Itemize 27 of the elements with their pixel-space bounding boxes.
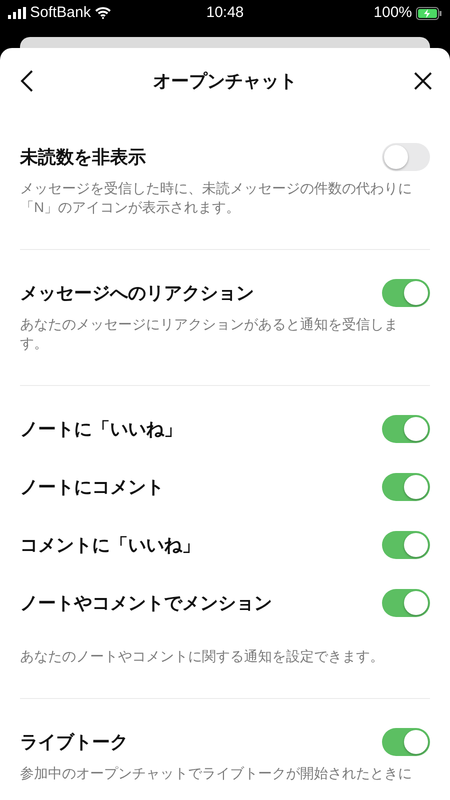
setting-label: メッセージへのリアクション [20,282,254,304]
sheet-title: オープンチャット [152,70,298,92]
setting-label: ノートにコメント [20,476,164,498]
toggle-switch[interactable] [382,143,430,171]
setting-description: メッセージを受信した時に、未読メッセージの件数の代わりに「N」のアイコンが表示されます。 [20,179,413,217]
battery-percent: 100% [374,2,412,23]
toggle-switch[interactable] [382,473,430,501]
toggle-switch[interactable] [382,531,430,559]
setting-description: あなたのメッセージにリアクションがあると通知を受信します。 [20,315,399,353]
toggle-switch[interactable] [382,415,430,443]
carrier-name: SoftBank [30,2,91,23]
setting-label: ノートやコメントでメンション [20,592,272,614]
clock-time: 10:48 [205,2,245,23]
toggle-switch[interactable] [382,589,430,617]
wifi-icon [94,7,111,19]
toggle-switch[interactable] [382,279,430,307]
setting-label: 未読数を非表示 [20,146,146,168]
battery-icon [416,6,442,20]
setting-label: ノートに「いいね」 [20,418,182,440]
setting-description: 参加中のオープンチャットでライブトークが開始されたときに [20,764,413,783]
back-icon [20,69,34,93]
setting-label: ライブトーク [20,730,128,754]
setting-label: コメントに「いいね」 [20,534,200,556]
signal-icon [8,7,26,19]
setting-description: あなたのノートやコメントに関する通知を設定できます。 [20,647,385,666]
toggle-switch[interactable] [382,728,430,756]
close-icon [413,71,433,91]
